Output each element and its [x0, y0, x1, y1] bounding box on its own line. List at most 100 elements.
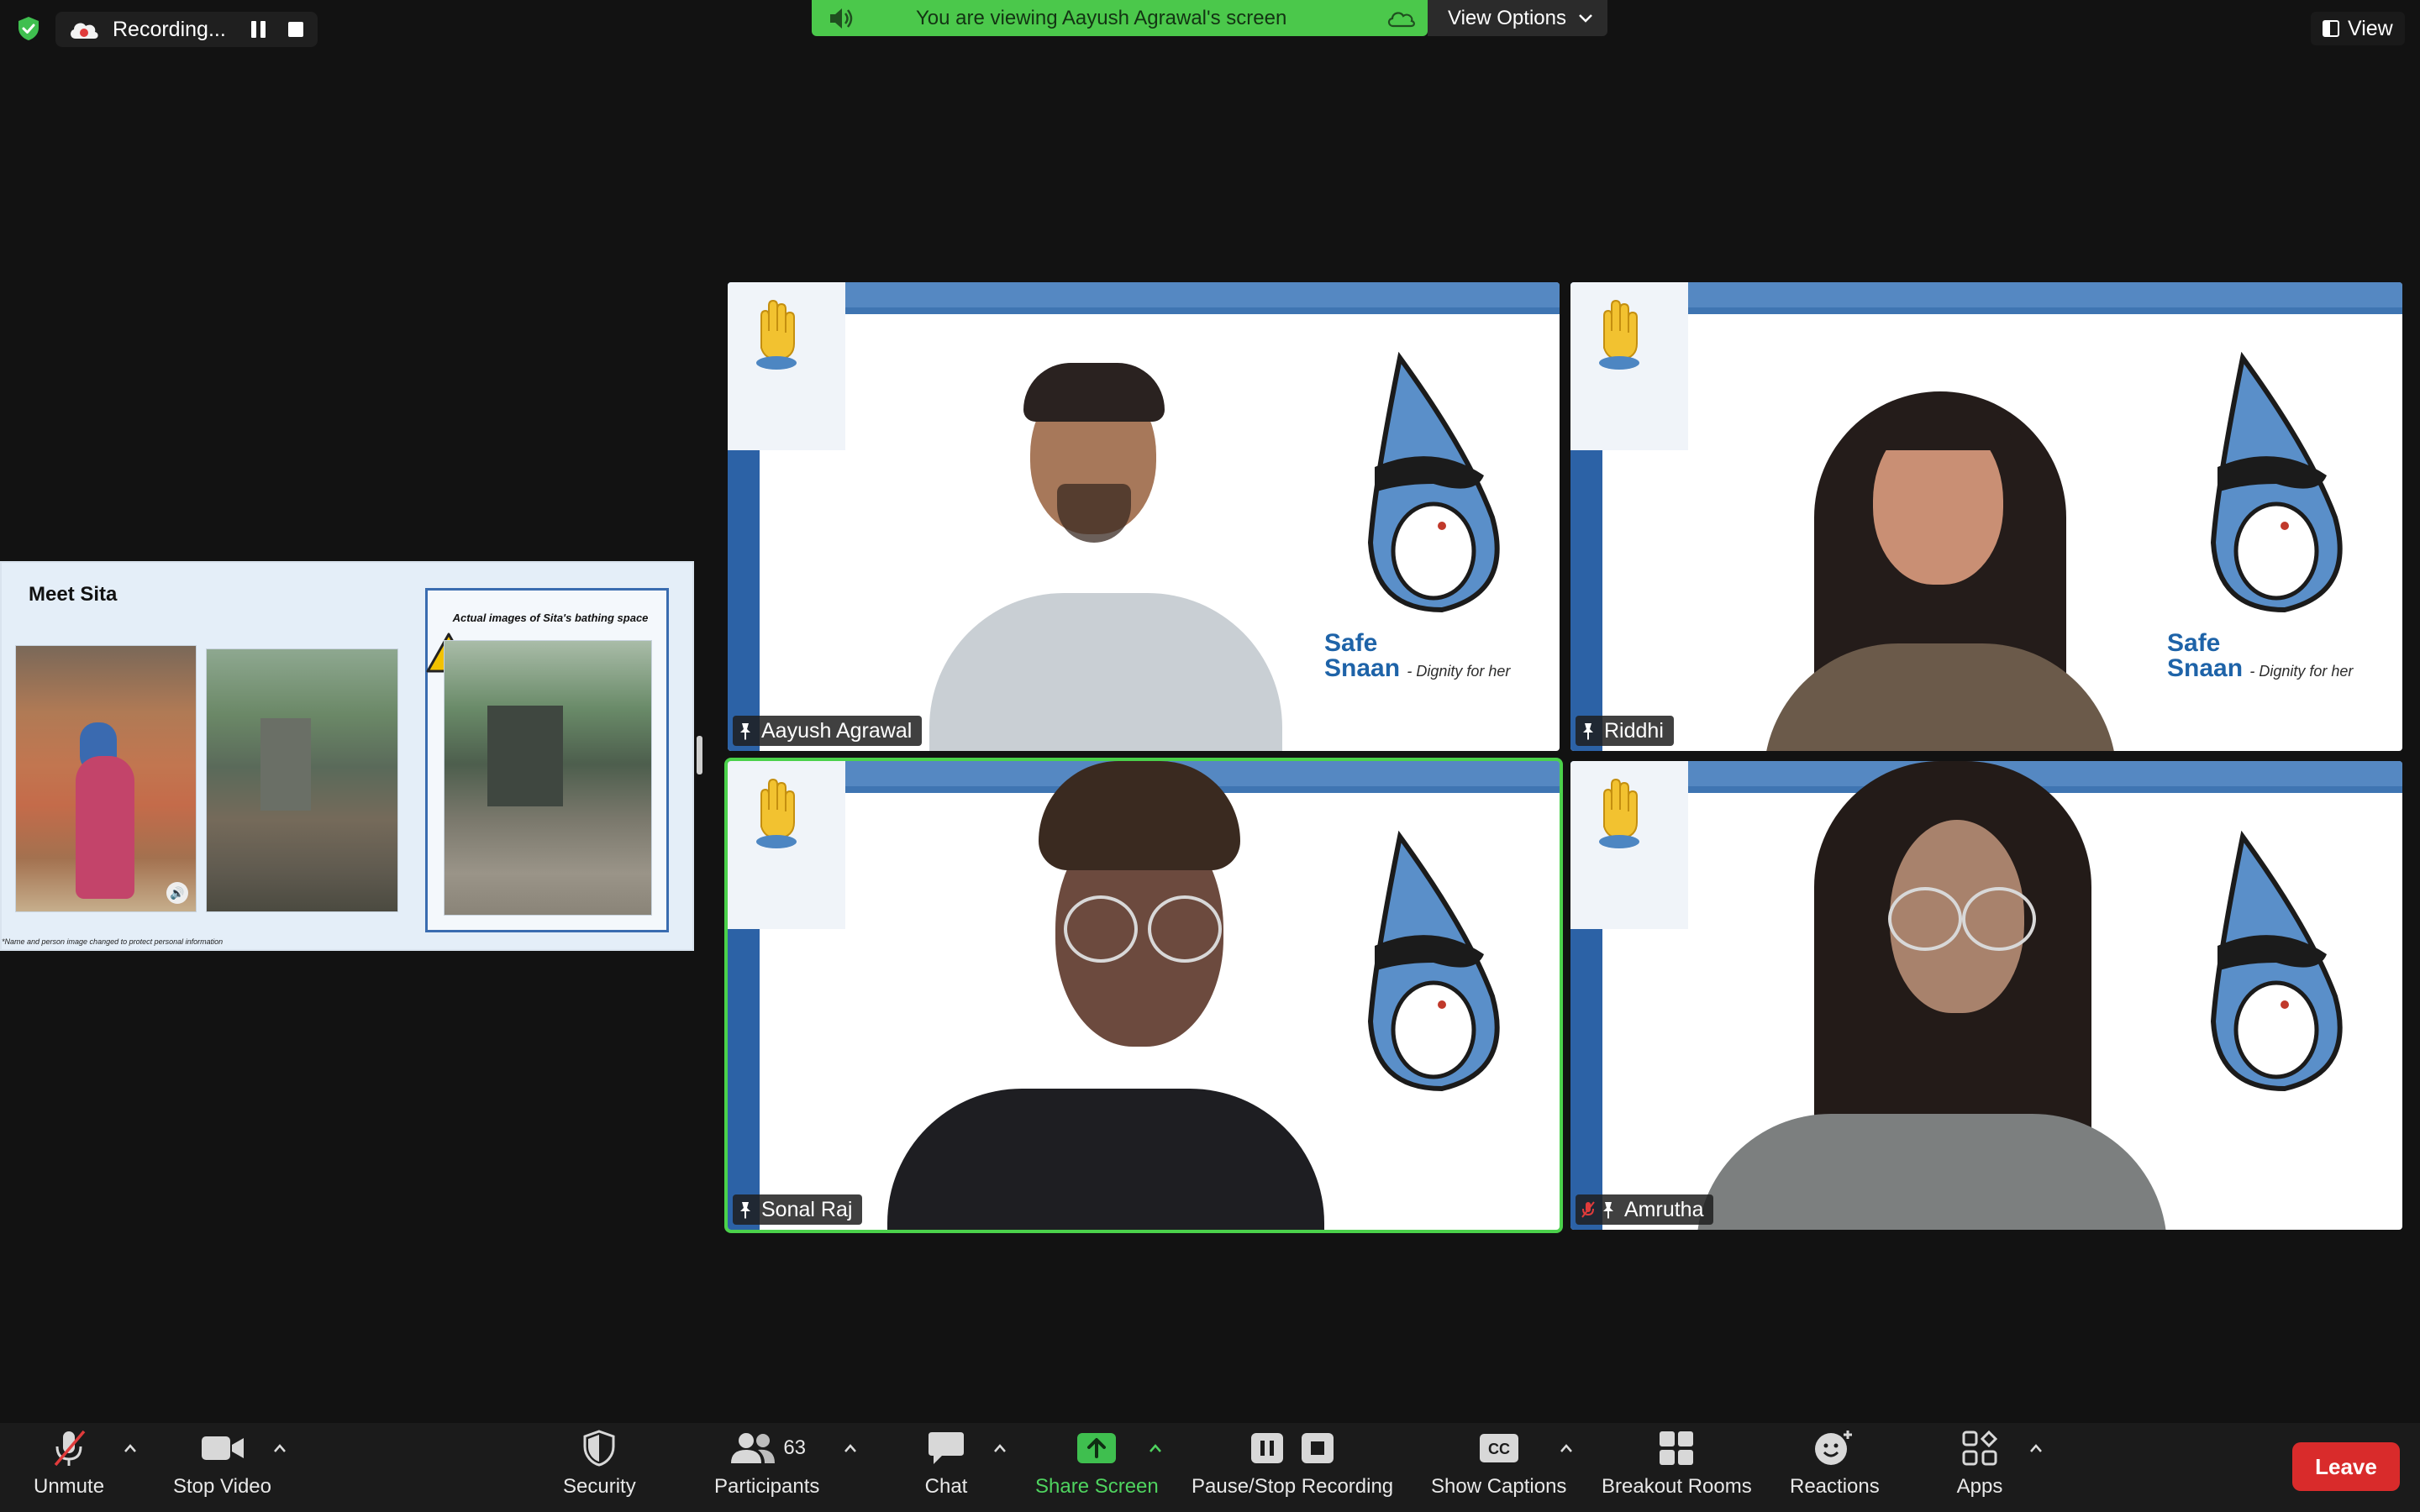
safe-snaan-hand-logo [1599, 778, 1639, 848]
video-tile-sonal-active-speaker[interactable]: Sonal Raj [728, 761, 1560, 1230]
pause-recording-icon[interactable] [250, 21, 270, 38]
viewing-message: You are viewing Aayush Agrawal's screen [916, 6, 1287, 29]
safe-snaan-hand-logo [756, 778, 797, 848]
participant-nametag: Amrutha [1576, 1194, 1714, 1225]
safe-snaan-hand-logo [1599, 299, 1639, 370]
chat-bubble-icon [929, 1432, 964, 1464]
show-captions-label: Show Captions [1431, 1475, 1567, 1498]
pause-stop-recording-button[interactable]: Pause/Stop Recording [1192, 1428, 1393, 1499]
safe-snaan-drop-logo [1367, 351, 1500, 613]
cloud-recording-icon [71, 23, 98, 39]
pin-icon [740, 723, 750, 740]
participant-nametag: Aayush Agrawal [733, 716, 923, 746]
viewing-banner: You are viewing Aayush Agrawal's screen [812, 0, 1428, 36]
safe-snaan-drop-logo [2210, 351, 2343, 613]
brand-line-2: Snaan [2167, 654, 2244, 682]
breakout-rooms-label: Breakout Rooms [1602, 1475, 1752, 1498]
apps-grid-icon [1962, 1430, 1998, 1466]
brand-line-2: Snaan [1324, 654, 1401, 682]
closed-captions-icon: CC [1479, 1434, 1518, 1462]
safe-snaan-brand: Safe Snaan - Dignity for her [2167, 631, 2353, 684]
security-button[interactable]: Security [563, 1428, 636, 1499]
participants-label: Participants [714, 1475, 820, 1498]
virtual-bg-bar [845, 282, 1560, 307]
chevron-down-icon [1579, 13, 1592, 23]
reactions-smiley-icon [1815, 1431, 1853, 1465]
security-label: Security [563, 1475, 636, 1498]
mic-muted-icon [54, 1430, 86, 1467]
unmute-button[interactable]: Unmute [34, 1428, 104, 1499]
brand-tagline: - Dignity for her [2249, 663, 2354, 680]
virtual-bg-bar [1688, 761, 2402, 786]
video-tile-riddhi[interactable]: Safe Snaan - Dignity for her Riddhi [1570, 282, 2402, 751]
captions-options-caret-icon[interactable] [1559, 1443, 1574, 1453]
participant-name: Aayush Agrawal [761, 718, 913, 743]
virtual-bg-sidebar [1570, 433, 1602, 751]
photo-bathing-structure [487, 706, 563, 806]
apps-label: Apps [1956, 1475, 2003, 1498]
speaker-icon [830, 8, 853, 29]
safe-snaan-drop-logo [2210, 830, 2343, 1092]
chat-options-caret-icon[interactable] [992, 1443, 1007, 1453]
unmute-label: Unmute [34, 1475, 105, 1498]
audio-icon[interactable]: 🔊 [166, 882, 188, 904]
virtual-bg-sidebar [1570, 912, 1602, 1230]
participants-button[interactable]: 63 Participants [714, 1428, 819, 1499]
view-label: View [2348, 16, 2393, 40]
participant-name: Sonal Raj [761, 1197, 853, 1221]
share-screen-icon [1077, 1433, 1117, 1463]
breakout-rooms-button[interactable]: Breakout Rooms [1602, 1428, 1752, 1499]
pin-icon [1583, 723, 1593, 740]
captions-glyph: CC [1488, 1441, 1510, 1457]
recording-label: Recording... [113, 17, 226, 41]
chat-label: Chat [924, 1475, 968, 1498]
apps-options-caret-icon[interactable] [2028, 1443, 2044, 1453]
recording-indicator[interactable]: Recording... [55, 12, 318, 47]
slide-footnote: *Name and person image changed to protec… [2, 937, 224, 946]
security-shield-icon [583, 1430, 615, 1467]
pin-icon [740, 1202, 750, 1219]
view-options-dropdown[interactable]: View Options [1428, 0, 1607, 36]
stop-video-button[interactable]: Stop Video [173, 1428, 271, 1499]
share-screen-label: Share Screen [1035, 1475, 1159, 1498]
apps-button[interactable]: Apps [1954, 1428, 2005, 1499]
show-captions-button[interactable]: CC Show Captions [1431, 1428, 1566, 1499]
pause-stop-recording-label: Pause/Stop Recording [1192, 1475, 1394, 1498]
share-options-caret-icon[interactable] [1148, 1443, 1163, 1453]
video-tile-amrutha[interactable]: Amrutha [1570, 761, 2402, 1230]
share-screen-button[interactable]: Share Screen [1035, 1428, 1159, 1499]
security-shield-icon[interactable] [15, 15, 42, 42]
leave-button[interactable]: Leave [2292, 1442, 2400, 1491]
virtual-bg-sidebar [728, 433, 760, 751]
view-layout-icon [2323, 20, 2339, 37]
virtual-bg-sidebar [728, 912, 760, 1230]
virtual-bg-bar [1688, 282, 2402, 307]
participants-options-caret-icon[interactable] [843, 1443, 858, 1453]
safe-snaan-drop-logo [1367, 830, 1500, 1092]
chat-button[interactable]: Chat [921, 1428, 971, 1499]
cloud-icon [1387, 11, 1415, 27]
participant-count: 63 [783, 1436, 807, 1459]
audio-options-caret-icon[interactable] [123, 1443, 138, 1453]
video-tile-aayush[interactable]: Safe Snaan - Dignity for her Aayush Agra… [728, 282, 1560, 751]
stop-recording-icon[interactable] [287, 22, 303, 37]
participant-name: Amrutha [1624, 1197, 1704, 1221]
split-resize-handle[interactable] [697, 736, 702, 774]
participants-icon [731, 1433, 776, 1463]
safe-snaan-brand: Safe Snaan - Dignity for her [1324, 631, 1510, 684]
reactions-label: Reactions [1790, 1475, 1880, 1498]
slide-frame-caption: Actual images of Sita's bathing space [452, 612, 649, 624]
stop-video-label: Stop Video [173, 1475, 271, 1498]
view-button[interactable]: View [2311, 12, 2405, 45]
participant-name: Riddhi [1604, 718, 1664, 743]
brand-tagline: - Dignity for her [1407, 663, 1511, 680]
slide-title: Meet Sita [29, 583, 118, 606]
reactions-button[interactable]: Reactions [1790, 1428, 1880, 1499]
breakout-rooms-icon [1660, 1431, 1694, 1465]
video-options-caret-icon[interactable] [272, 1443, 287, 1453]
video-camera-icon [201, 1436, 244, 1460]
brand-line-1: Safe [2167, 629, 2221, 657]
muted-mic-icon [1581, 1201, 1595, 1218]
safe-snaan-hand-logo [756, 299, 797, 370]
view-options-label: View Options [1448, 6, 1566, 29]
